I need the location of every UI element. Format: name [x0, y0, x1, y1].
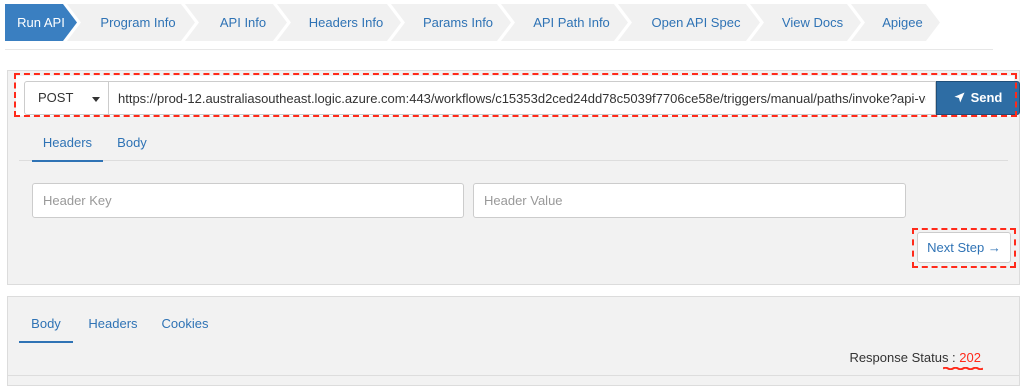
step-headers-info[interactable]: Headers Info: [277, 4, 401, 41]
chevron-down-icon: [92, 97, 100, 102]
request-tabs: Headers Body: [19, 126, 1008, 162]
wizard-steps: Run API Program Info API Info Headers In…: [5, 4, 940, 41]
header-value-input[interactable]: [473, 183, 906, 218]
tab-body[interactable]: Body: [109, 126, 155, 160]
next-step-button[interactable]: Next Step →: [917, 232, 1011, 263]
step-params-info[interactable]: Params Info: [391, 4, 511, 41]
send-label: Send: [970, 90, 1003, 105]
response-status-code: 202: [959, 350, 981, 365]
response-body-divider: [8, 375, 1019, 376]
step-api-info[interactable]: API Info: [185, 4, 287, 41]
send-button[interactable]: Send: [936, 81, 1020, 115]
annotation-underline: [943, 367, 983, 370]
paper-plane-icon: [954, 92, 965, 103]
tab-headers[interactable]: Headers: [32, 126, 103, 162]
step-api-path-info[interactable]: API Path Info: [501, 4, 628, 41]
response-status-label: Response Status :: [849, 350, 956, 365]
step-view-docs[interactable]: View Docs: [750, 4, 861, 41]
request-panel: POST Send Headers Body Next Step →: [7, 70, 1020, 285]
method-value: POST: [38, 90, 74, 105]
step-apigee[interactable]: Apigee: [851, 4, 940, 41]
step-run-api[interactable]: Run API: [5, 4, 77, 41]
response-tab-headers[interactable]: Headers: [83, 307, 143, 341]
response-status: Response Status : 202: [849, 350, 983, 370]
header-key-input[interactable]: [32, 183, 464, 218]
response-tabs: Body Headers Cookies: [19, 307, 319, 343]
step-open-api-spec[interactable]: Open API Spec: [618, 4, 760, 41]
method-select[interactable]: POST: [24, 81, 109, 115]
request-url-bar: POST Send: [16, 76, 1020, 116]
response-tab-body[interactable]: Body: [19, 307, 73, 343]
url-input[interactable]: [109, 81, 936, 115]
wizard-divider: [5, 49, 993, 50]
response-panel: Body Headers Cookies Response Status : 2…: [7, 296, 1020, 386]
step-program-info[interactable]: Program Info: [67, 4, 195, 41]
response-tab-cookies[interactable]: Cookies: [157, 307, 213, 341]
